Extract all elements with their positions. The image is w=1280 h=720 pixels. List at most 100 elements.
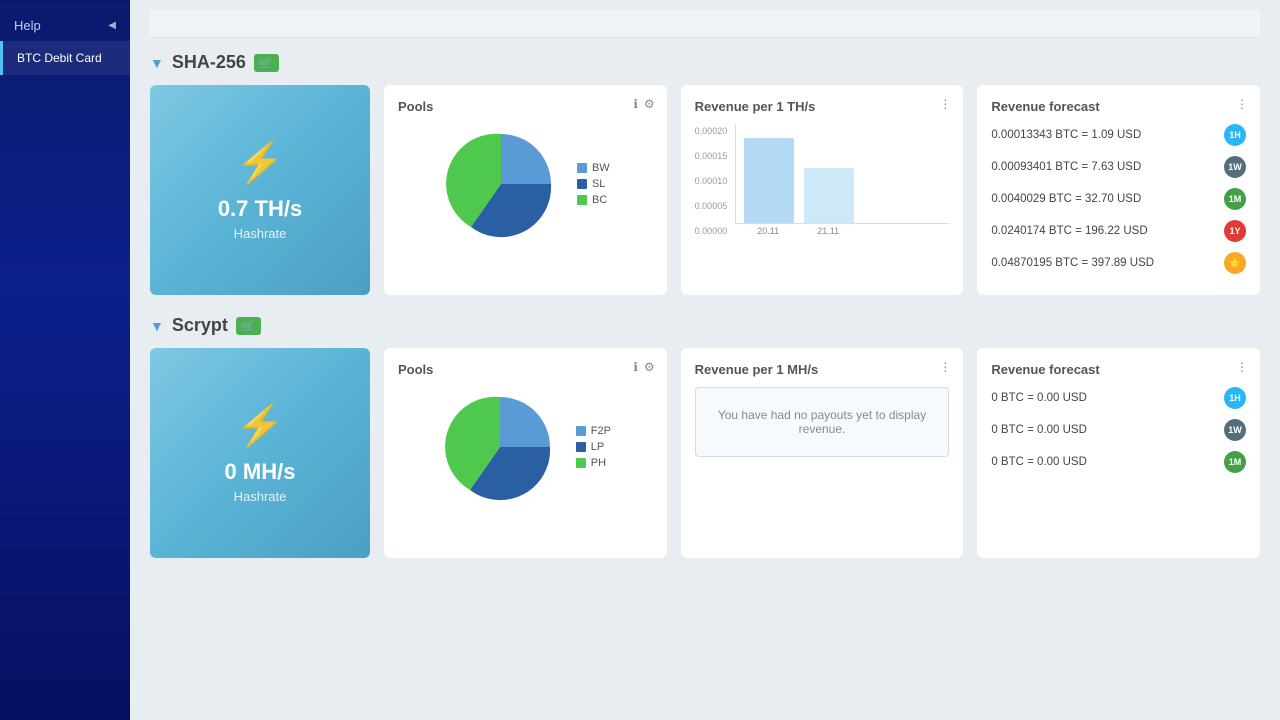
legend-item-sl: SL — [577, 178, 610, 190]
scrypt-forecast-text-1h: 0 BTC = 0.00 USD — [991, 392, 1087, 404]
sha256-revenue-title: Revenue per 1 TH/s — [695, 99, 950, 114]
sidebar-help[interactable]: Help ◀ — [0, 10, 130, 41]
sidebar-item-btc-debit-card[interactable]: BTC Debit Card — [0, 41, 130, 75]
scrypt-pools-title: Pools — [398, 362, 653, 377]
forecast-text-1y: 0.04870195 BTC = 397.89 USD — [991, 257, 1154, 269]
forecast-text-1m: 0.0040029 BTC = 32.70 USD — [991, 193, 1141, 205]
help-label: Help — [14, 18, 41, 33]
scrypt-forecast-badge-1w: 1W — [1224, 419, 1246, 441]
scrypt-pools-card: Pools ℹ ⚙ F2P — [384, 348, 667, 558]
sha256-chevron[interactable]: ▼ — [150, 55, 164, 71]
more-icon[interactable]: ⋮ — [939, 97, 951, 111]
legend-dot-f2p — [576, 426, 586, 436]
no-payout-message: You have had no payouts yet to display r… — [695, 387, 950, 457]
legend-dot-ph — [576, 458, 586, 468]
scrypt-pools-legend: F2P LP PH — [576, 425, 611, 469]
collapse-icon[interactable]: ◀ — [108, 20, 116, 31]
sha256-revenue-card: Revenue per 1 TH/s ⋮ 0.00020 0.00015 0.0… — [681, 85, 964, 295]
sha256-forecast-card: Revenue forecast ⋮ 0.00013343 BTC = 1.09… — [977, 85, 1260, 295]
scrypt-revenue-icons: ⋮ — [939, 360, 951, 374]
scrypt-title: Scrypt — [172, 315, 228, 336]
sha256-hashrate-card: ⚡ 0.7 TH/s Hashrate — [150, 85, 370, 295]
sha256-pools-title: Pools — [398, 99, 653, 114]
sha256-title: SHA-256 — [172, 52, 246, 73]
more-icon[interactable]: ⋮ — [939, 360, 951, 374]
more-icon[interactable]: ⋮ — [1236, 97, 1248, 111]
legend-dot-bw — [577, 163, 587, 173]
forecast-item-1y: 0.04870195 BTC = 397.89 USD ⭐ — [991, 252, 1246, 274]
bar-group-1 — [744, 138, 794, 223]
forecast-badge-1y: ⭐ — [1224, 252, 1246, 274]
scrypt-forecast-text-1w: 0 BTC = 0.00 USD — [991, 424, 1087, 436]
forecast-text-3m: 0.0240174 BTC = 196.22 USD — [991, 225, 1147, 237]
forecast-item-1m: 0.0040029 BTC = 32.70 USD 1M — [991, 188, 1246, 210]
legend-label-bc: BC — [592, 194, 607, 206]
legend-label-f2p: F2P — [591, 425, 611, 437]
info-icon[interactable]: ℹ — [633, 97, 638, 111]
legend-item-bw: BW — [577, 162, 610, 174]
scrypt-hashrate-value: 0 MH/s — [225, 459, 296, 485]
scrypt-forecast-item-1h: 0 BTC = 0.00 USD 1H — [991, 387, 1246, 409]
sha256-revenue-icons: ⋮ — [939, 97, 951, 111]
forecast-text-1w: 0.00093401 BTC = 7.63 USD — [991, 161, 1141, 173]
legend-label-ph: PH — [591, 457, 606, 469]
sha256-revenue-chart: 0.00020 0.00015 0.00010 0.00005 0.00000 — [695, 124, 950, 236]
scrypt-cards-row: ⚡ 0 MH/s Hashrate Pools ℹ ⚙ — [150, 348, 1260, 558]
scrypt-forecast-title: Revenue forecast — [991, 362, 1246, 377]
more-icon[interactable]: ⋮ — [1236, 360, 1248, 374]
forecast-item-1h: 0.00013343 BTC = 1.09 USD 1H — [991, 124, 1246, 146]
forecast-item-3m: 0.0240174 BTC = 196.22 USD 1Y — [991, 220, 1246, 242]
scrypt-pie-chart — [440, 387, 560, 507]
sha256-hashrate-label: Hashrate — [234, 226, 287, 241]
scrypt-hashrate-label: Hashrate — [234, 489, 287, 504]
scrypt-forecast-badge-1h: 1H — [1224, 387, 1246, 409]
bar-group-2 — [804, 168, 854, 223]
sha256-section-header: ▼ SHA-256 🛒 — [150, 52, 1260, 73]
scrypt-pools-icons: ℹ ⚙ — [633, 360, 654, 374]
sha256-pools-icons: ℹ ⚙ — [633, 97, 654, 111]
sha256-cards-row: ⚡ 0.7 TH/s Hashrate Pools ℹ ⚙ — [150, 85, 1260, 295]
sha256-cart-icon[interactable]: 🛒 — [254, 54, 279, 72]
scrypt-chevron[interactable]: ▼ — [150, 318, 164, 334]
scrypt-cart-icon[interactable]: 🛒 — [236, 317, 261, 335]
sha256-pools-card: Pools ℹ ⚙ BW — [384, 85, 667, 295]
scrypt-forecast-icons: ⋮ — [1236, 360, 1248, 374]
settings-icon[interactable]: ⚙ — [644, 360, 655, 374]
scrypt-forecast-item-1w: 0 BTC = 0.00 USD 1W — [991, 419, 1246, 441]
sha256-forecast-list: 0.00013343 BTC = 1.09 USD 1H 0.00093401 … — [991, 124, 1246, 274]
legend-item-lp: LP — [576, 441, 611, 453]
bar-chart-area — [735, 124, 949, 224]
forecast-badge-1h: 1H — [1224, 124, 1246, 146]
legend-item-f2p: F2P — [576, 425, 611, 437]
sha256-forecast-title: Revenue forecast — [991, 99, 1246, 114]
settings-icon[interactable]: ⚙ — [644, 97, 655, 111]
info-icon[interactable]: ℹ — [633, 360, 638, 374]
scrypt-forecast-badge-1m: 1M — [1224, 451, 1246, 473]
sidebar: Help ◀ BTC Debit Card — [0, 0, 130, 720]
scrypt-bolt-icon: ⚡ — [235, 402, 285, 449]
scrypt-forecast-item-1m: 0 BTC = 0.00 USD 1M — [991, 451, 1246, 473]
forecast-badge-1m: 1M — [1224, 188, 1246, 210]
legend-dot-lp — [576, 442, 586, 452]
legend-item-bc: BC — [577, 194, 610, 206]
forecast-text-1h: 0.00013343 BTC = 1.09 USD — [991, 129, 1141, 141]
legend-label-bw: BW — [592, 162, 610, 174]
sha256-forecast-icons: ⋮ — [1236, 97, 1248, 111]
legend-item-ph: PH — [576, 457, 611, 469]
scrypt-pools-content: F2P LP PH — [398, 387, 653, 507]
scrypt-section-header: ▼ Scrypt 🛒 — [150, 315, 1260, 336]
sha256-hashrate-value: 0.7 TH/s — [218, 196, 302, 222]
scrypt-forecast-card: Revenue forecast ⋮ 0 BTC = 0.00 USD 1H 0… — [977, 348, 1260, 558]
bar-2 — [804, 168, 854, 223]
scrypt-revenue-card: Revenue per 1 MH/s ⋮ You have had no pay… — [681, 348, 964, 558]
legend-label-sl: SL — [592, 178, 605, 190]
scrypt-revenue-title: Revenue per 1 MH/s — [695, 362, 950, 377]
scrypt-hashrate-card: ⚡ 0 MH/s Hashrate — [150, 348, 370, 558]
top-nav — [150, 10, 1260, 38]
y-axis-labels: 0.00020 0.00015 0.00010 0.00005 0.00000 — [695, 126, 732, 236]
sha256-bolt-icon: ⚡ — [235, 139, 285, 186]
scrypt-forecast-text-1m: 0 BTC = 0.00 USD — [991, 456, 1087, 468]
legend-label-lp: LP — [591, 441, 604, 453]
scrypt-forecast-list: 0 BTC = 0.00 USD 1H 0 BTC = 0.00 USD 1W … — [991, 387, 1246, 473]
legend-dot-bc — [577, 195, 587, 205]
